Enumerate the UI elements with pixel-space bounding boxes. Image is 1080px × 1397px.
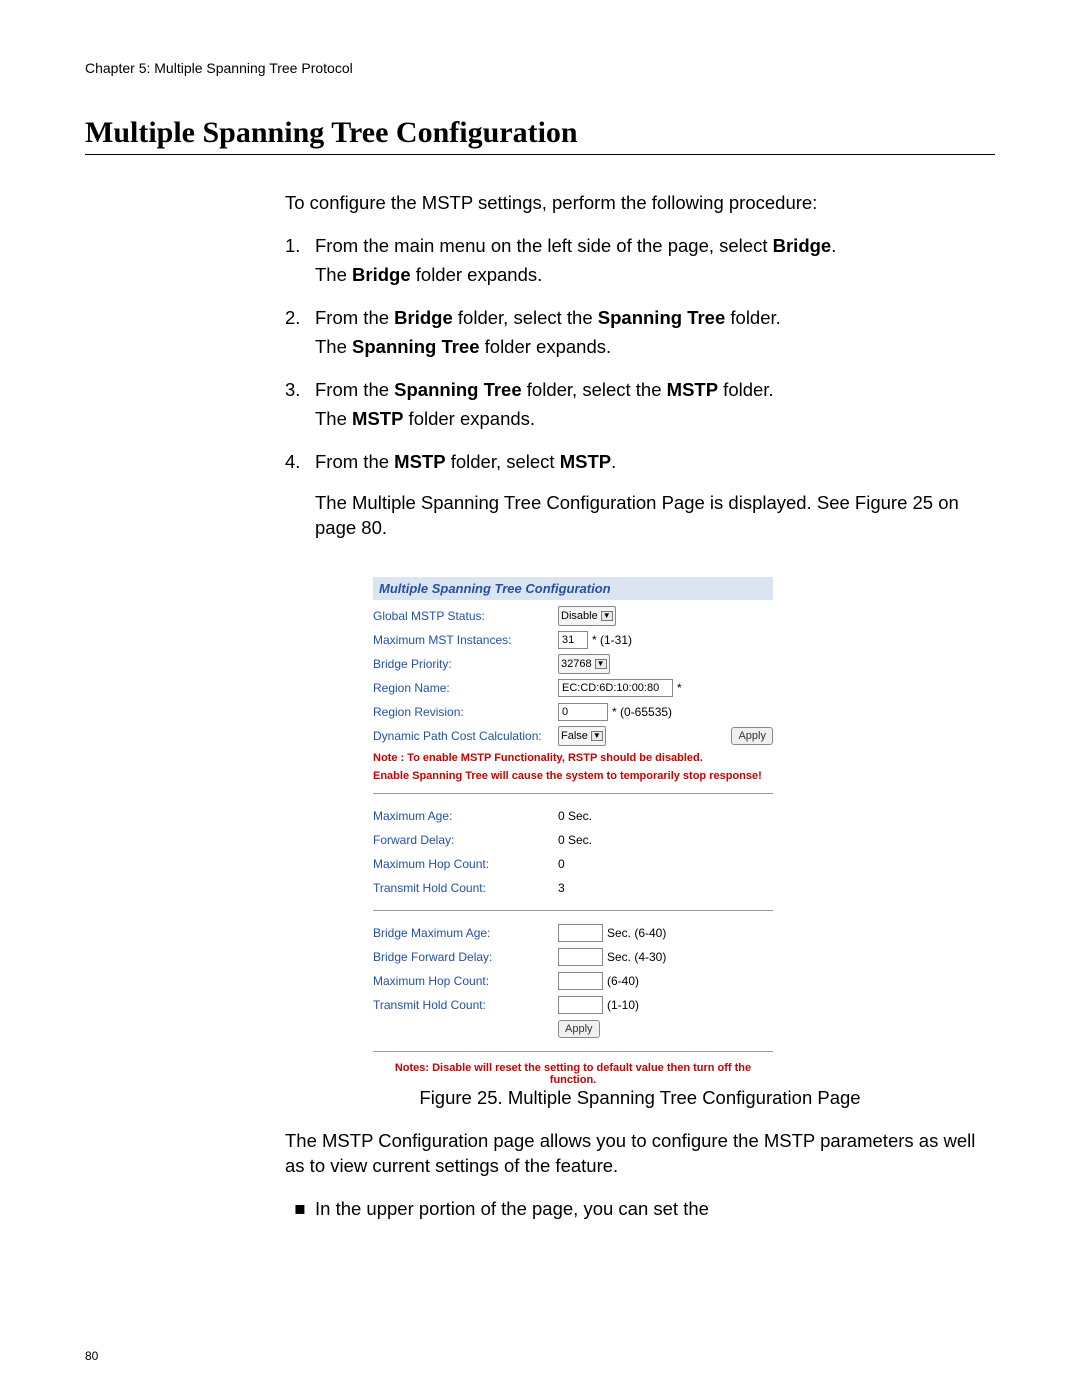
bullet-text: In the upper portion of the page, you ca… bbox=[315, 1197, 709, 1222]
step-content: From the Spanning Tree folder, select th… bbox=[315, 378, 995, 432]
body-text: To configure the MSTP settings, perform … bbox=[285, 191, 995, 559]
row-region-revision: Region Revision: * (0-65535) bbox=[373, 700, 773, 724]
field-hint: Sec. (4-30) bbox=[607, 950, 666, 964]
row-bridge-priority: Bridge Priority: 32768▼ bbox=[373, 652, 773, 676]
row-max-mst-instances: Maximum MST Instances: * (1-31) bbox=[373, 628, 773, 652]
config-form: Global MSTP Status: Disable▼ Maximum MST… bbox=[373, 600, 773, 1087]
bullet-list: ■ In the upper portion of the page, you … bbox=[285, 1197, 995, 1222]
row-forward-delay: Forward Delay: 0 Sec. bbox=[373, 828, 773, 852]
figure-panel: Multiple Spanning Tree Configuration Glo… bbox=[373, 577, 773, 1087]
step-content: From the MSTP folder, select MSTP. The M… bbox=[315, 450, 995, 559]
row-max-age: Maximum Age: 0 Sec. bbox=[373, 804, 773, 828]
field-label: Maximum MST Instances: bbox=[373, 633, 558, 647]
field-label: Region Name: bbox=[373, 681, 558, 695]
step-number: 3. bbox=[285, 378, 315, 432]
page: Chapter 5: Multiple Spanning Tree Protoc… bbox=[0, 0, 1080, 1397]
dynamic-path-cost-select[interactable]: False▼ bbox=[558, 726, 606, 746]
field-hint: (1-10) bbox=[607, 998, 639, 1012]
field-label: Region Revision: bbox=[373, 705, 558, 719]
field-value: 0 bbox=[558, 857, 773, 871]
divider bbox=[373, 793, 773, 794]
bullet-item: ■ In the upper portion of the page, you … bbox=[285, 1197, 995, 1222]
field-label: Maximum Age: bbox=[373, 809, 558, 823]
step-number: 1. bbox=[285, 234, 315, 288]
step-number: 2. bbox=[285, 306, 315, 360]
field-label: Maximum Hop Count: bbox=[373, 857, 558, 871]
bridge-forward-delay-input[interactable] bbox=[558, 948, 603, 966]
chapter-label: Chapter 5: Multiple Spanning Tree Protoc… bbox=[85, 60, 995, 76]
field-label: Bridge Forward Delay: bbox=[373, 950, 558, 964]
step-content: From the Bridge folder, select the Spann… bbox=[315, 306, 995, 360]
field-value: 0 Sec. bbox=[558, 833, 773, 847]
panel-title: Multiple Spanning Tree Configuration bbox=[373, 577, 773, 600]
row-bridge-max-age: Bridge Maximum Age: Sec. (6-40) bbox=[373, 921, 773, 945]
chevron-down-icon: ▼ bbox=[595, 659, 607, 669]
step-2: 2. From the Bridge folder, select the Sp… bbox=[285, 306, 995, 360]
after-figure: Figure 25. Multiple Spanning Tree Config… bbox=[285, 1086, 995, 1222]
bullet-icon: ■ bbox=[285, 1197, 315, 1222]
note-stop-response: Enable Spanning Tree will cause the syst… bbox=[373, 769, 773, 784]
field-label: Global MSTP Status: bbox=[373, 609, 558, 623]
field-hint: * (0-65535) bbox=[612, 705, 672, 719]
field-hint: Sec. (6-40) bbox=[607, 926, 666, 940]
after-paragraph: The MSTP Configuration page allows you t… bbox=[285, 1129, 995, 1179]
field-label: Dynamic Path Cost Calculation: bbox=[373, 729, 558, 743]
field-label: Maximum Hop Count: bbox=[373, 974, 558, 988]
field-value: 0 Sec. bbox=[558, 809, 773, 823]
note-rstp-disabled: Note : To enable MSTP Functionality, RST… bbox=[373, 751, 773, 766]
step-4: 4. From the MSTP folder, select MSTP. Th… bbox=[285, 450, 995, 559]
step-result: The Multiple Spanning Tree Configuration… bbox=[315, 491, 995, 541]
figure-caption: Figure 25. Multiple Spanning Tree Config… bbox=[285, 1086, 995, 1111]
page-number: 80 bbox=[85, 1349, 98, 1363]
step-1: 1. From the main menu on the left side o… bbox=[285, 234, 995, 288]
page-title: Multiple Spanning Tree Configuration bbox=[85, 116, 995, 155]
intro-paragraph: To configure the MSTP settings, perform … bbox=[285, 191, 995, 216]
field-label: Transmit Hold Count: bbox=[373, 881, 558, 895]
field-label: Forward Delay: bbox=[373, 833, 558, 847]
row-dynamic-path-cost: Dynamic Path Cost Calculation: False▼ Ap… bbox=[373, 724, 773, 748]
note-disable-reset: Notes: Disable will reset the setting to… bbox=[373, 1062, 773, 1086]
apply-button-bottom[interactable]: Apply bbox=[558, 1020, 600, 1038]
row-max-hop-input: Maximum Hop Count: (6-40) bbox=[373, 969, 773, 993]
step-3: 3. From the Spanning Tree folder, select… bbox=[285, 378, 995, 432]
field-label: Bridge Maximum Age: bbox=[373, 926, 558, 940]
max-hop-input[interactable] bbox=[558, 972, 603, 990]
field-hint: * bbox=[677, 681, 682, 695]
row-max-hop: Maximum Hop Count: 0 bbox=[373, 852, 773, 876]
field-hint: (6-40) bbox=[607, 974, 639, 988]
step-content: From the main menu on the left side of t… bbox=[315, 234, 995, 288]
step-number: 4. bbox=[285, 450, 315, 559]
field-label: Bridge Priority: bbox=[373, 657, 558, 671]
max-mst-instances-input[interactable] bbox=[558, 631, 588, 649]
chevron-down-icon: ▼ bbox=[591, 731, 603, 741]
field-label: Transmit Hold Count: bbox=[373, 998, 558, 1012]
region-revision-input[interactable] bbox=[558, 703, 608, 721]
procedure-list: 1. From the main menu on the left side o… bbox=[285, 234, 995, 559]
field-value: 3 bbox=[558, 881, 773, 895]
global-mstp-status-select[interactable]: Disable▼ bbox=[558, 606, 616, 626]
apply-button-top[interactable]: Apply bbox=[731, 727, 773, 745]
chevron-down-icon: ▼ bbox=[601, 611, 613, 621]
row-region-name: Region Name: * bbox=[373, 676, 773, 700]
row-bridge-forward-delay: Bridge Forward Delay: Sec. (4-30) bbox=[373, 945, 773, 969]
row-transmit-hold-input: Transmit Hold Count: (1-10) bbox=[373, 993, 773, 1017]
bridge-max-age-input[interactable] bbox=[558, 924, 603, 942]
divider bbox=[373, 1051, 773, 1052]
divider bbox=[373, 910, 773, 911]
row-global-mstp-status: Global MSTP Status: Disable▼ bbox=[373, 604, 773, 628]
row-transmit-hold: Transmit Hold Count: 3 bbox=[373, 876, 773, 900]
bridge-priority-select[interactable]: 32768▼ bbox=[558, 654, 610, 674]
region-name-input[interactable] bbox=[558, 679, 673, 697]
row-apply-bottom: Apply bbox=[373, 1017, 773, 1041]
transmit-hold-input[interactable] bbox=[558, 996, 603, 1014]
field-hint: * (1-31) bbox=[592, 633, 632, 647]
